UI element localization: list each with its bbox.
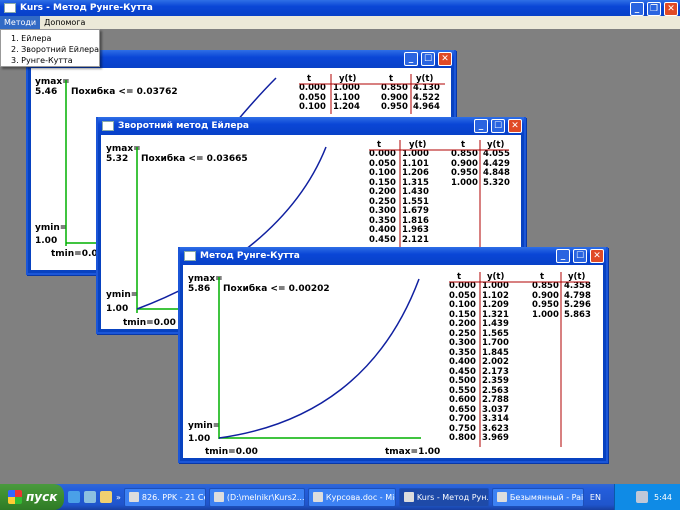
task-label: Безымянный - Paint [509, 492, 584, 502]
task-label: 826. PPK - 21 Cen... [141, 492, 205, 502]
task-item[interactable]: Kurs - Метод Рун... [398, 487, 489, 507]
backward-euler-close-button[interactable]: ✕ [508, 119, 522, 133]
menu-item-euler[interactable]: 1. Ейлера [1, 33, 99, 44]
task-icon [128, 492, 139, 502]
tray-icon[interactable] [636, 491, 649, 503]
task-icon [213, 492, 224, 502]
menu-item-runge-kutta[interactable]: 3. Рунге-Кутта [1, 55, 99, 66]
runge-kutta-title-bar: Метод Рунге-Кутта _ ☐ ✕ [180, 247, 606, 265]
backward-euler-title: Зворотний метод Ейлера [118, 121, 250, 131]
runge-kutta-close-button[interactable]: ✕ [590, 249, 604, 263]
runge-kutta-minimize-button[interactable]: _ [556, 249, 570, 263]
windows-logo-icon [8, 490, 22, 504]
task-label: Kurs - Метод Рун... [416, 492, 489, 502]
maximize-button[interactable]: ❐ [647, 2, 661, 16]
menu-methods[interactable]: Методи [0, 16, 41, 29]
backward-euler-maximize-button[interactable]: ☐ [491, 119, 505, 133]
task-icon [403, 492, 414, 502]
task-item[interactable]: Безымянный - Paint [491, 487, 584, 507]
quick-launch-more-icon[interactable]: » [116, 493, 121, 502]
task-item[interactable]: Курсова.doc - Mic... [307, 487, 396, 507]
task-icon [312, 492, 323, 502]
backward-euler-minimize-button[interactable]: _ [474, 119, 488, 133]
euler-minimize-button[interactable]: _ [404, 52, 418, 66]
clock[interactable]: 5:44 [654, 493, 672, 502]
menu-item-backward-euler[interactable]: 2. Зворотний Ейлера [1, 44, 99, 55]
runge-kutta-title: Метод Рунге-Кутта [200, 251, 300, 261]
quick-launch-email-icon[interactable] [84, 491, 96, 503]
quick-launch-ie-icon[interactable] [68, 491, 80, 503]
task-item[interactable]: (D:\melnikr\Kurs2... [208, 487, 305, 507]
euler-table-lines [299, 74, 445, 114]
runge-kutta-client: ymax= 5.86 Похибка <= 0.00202 ymin= 1.00… [183, 265, 603, 458]
runge-kutta-maximize-button[interactable]: ☐ [573, 249, 587, 263]
menu-bar: Методи Допомога [0, 16, 680, 29]
task-icon [496, 492, 507, 502]
start-button[interactable]: пуск [0, 484, 64, 510]
minimize-button[interactable]: _ [630, 2, 644, 16]
system-tray: 5:44 [614, 484, 680, 510]
task-label: Курсова.doc - Mic... [325, 492, 395, 502]
backward-euler-table-lines [369, 140, 509, 250]
language-indicator[interactable]: EN [590, 493, 601, 502]
backward-euler-title-bar: Зворотний метод Ейлера _ ☐ ✕ [98, 117, 524, 135]
window-icon [184, 251, 196, 261]
taskbar: пуск » 826. PPK - 21 Cen... (D:\melnikr\… [0, 484, 680, 510]
quick-launch-desktop-icon[interactable] [100, 491, 112, 503]
task-item[interactable]: 826. PPK - 21 Cen... [123, 487, 206, 507]
app-icon [4, 3, 16, 13]
runge-kutta-window[interactable]: Метод Рунге-Кутта _ ☐ ✕ ymax= 5.86 Похиб… [178, 247, 608, 463]
euler-close-button[interactable]: ✕ [438, 52, 452, 66]
start-label: пуск [26, 490, 58, 504]
methods-dropdown: 1. Ейлера 2. Зворотний Ейлера 3. Рунге-К… [0, 29, 100, 67]
close-button[interactable]: ✕ [664, 2, 678, 16]
runge-kutta-table-lines [449, 272, 589, 447]
menu-help[interactable]: Допомога [40, 16, 89, 29]
euler-maximize-button[interactable]: ☐ [421, 52, 435, 66]
window-icon [102, 121, 114, 131]
task-label: (D:\melnikr\Kurs2... [226, 492, 305, 502]
main-title-bar: Kurs - Метод Рунге-Кутта _ ❐ ✕ [0, 0, 680, 16]
main-title: Kurs - Метод Рунге-Кутта [20, 3, 153, 13]
